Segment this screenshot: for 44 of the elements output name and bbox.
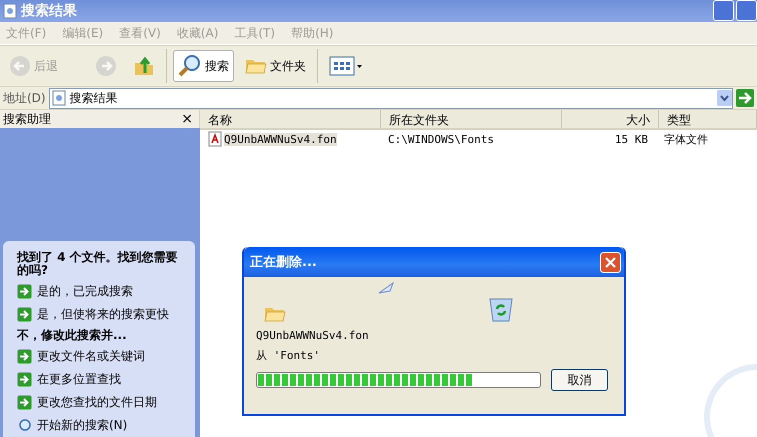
question-text: 找到了 4 个文件。找到您需要的吗? (17, 251, 179, 277)
address-field[interactable]: 搜索结果 (48, 88, 733, 108)
column-header[interactable]: 名称 (200, 110, 381, 128)
arrow-icon (17, 395, 32, 410)
folders-button[interactable]: 文件夹 (240, 53, 311, 79)
assistant-link[interactable]: 更改您查找的文件日期 (37, 394, 157, 411)
column-header[interactable]: 所在文件夹 (381, 110, 562, 128)
flying-paper-icon (377, 281, 395, 295)
document-icon (3, 3, 17, 19)
folder-icon (264, 305, 286, 323)
file-name[interactable]: Q9UnbAWWNuSv4.fon (224, 132, 337, 146)
assistant-link[interactable]: 在更多位置查找 (37, 371, 121, 388)
folder-icon (245, 57, 267, 75)
font-file-icon (208, 131, 222, 147)
dialog-title: 正在删除... (250, 254, 317, 271)
arrow-icon (17, 284, 32, 299)
section-heading: 不，修改此搜索并... (17, 329, 128, 342)
minimize-button[interactable] (713, 0, 734, 21)
assistant-link[interactable]: 开始新的搜索(N) (37, 417, 128, 434)
source-label: 从 'Fonts' (256, 348, 321, 363)
document-icon (52, 90, 66, 106)
table-cell-text: 15 KB (614, 132, 649, 146)
column-header[interactable]: 大小 (562, 110, 659, 128)
table-cell-text: 字体文件 (663, 132, 709, 146)
close-icon[interactable] (600, 252, 621, 272)
pane-title: 搜索助理 (3, 110, 51, 128)
table-cell-text: C:\WINDOWS\Fonts (387, 132, 495, 146)
view-grid-icon (329, 56, 363, 76)
cancel-button[interactable]: 取消 (551, 369, 608, 391)
arrow-icon (17, 349, 32, 364)
arrow-icon (17, 372, 32, 387)
address-label: 地址(D) (3, 90, 46, 106)
assistant-link[interactable]: 更改文件名或关键词 (37, 348, 145, 365)
folder-up-arrow-icon (133, 55, 155, 77)
column-header[interactable]: 类型 (659, 110, 757, 128)
maximize-button[interactable] (736, 0, 757, 21)
assistant-link[interactable]: 是，但使将来的搜索更快 (37, 306, 169, 323)
assistant-link[interactable]: 是的，已完成搜索 (37, 283, 133, 300)
arrow-icon (17, 307, 32, 322)
window-title: 搜索结果 (21, 2, 77, 20)
file-name-label: Q9UnbAWWNuSv4.fon (256, 329, 370, 342)
go-arrow-icon[interactable] (736, 89, 754, 107)
close-button[interactable]: × (181, 111, 193, 127)
search-button[interactable]: 搜索 (173, 50, 234, 82)
